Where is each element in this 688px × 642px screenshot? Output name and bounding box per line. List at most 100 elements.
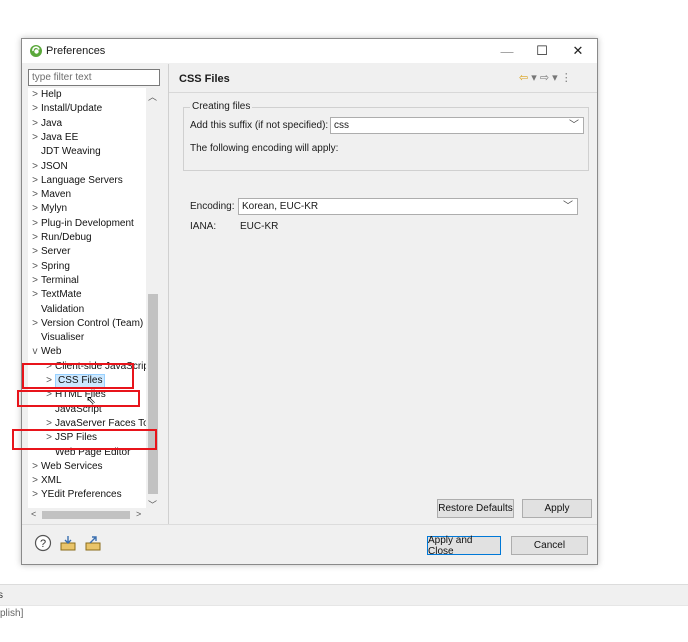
tree-item-label: Web Services — [41, 460, 103, 472]
scroll-left-icon[interactable]: < — [31, 509, 36, 519]
tree-item[interactable]: > Help — [28, 88, 152, 102]
chevron-right-icon[interactable]: > — [31, 88, 39, 102]
tree-item[interactable]: > Java EE — [28, 131, 152, 145]
tree-item[interactable]: > YEdit Preferences — [28, 488, 152, 502]
tree-item[interactable]: > Terminal — [28, 274, 152, 288]
tree-item-label: XML — [41, 475, 62, 487]
preference-page: CSS Files ⇦ ▾ ⇨ ▾ ⋮ Creating files Add t… — [169, 64, 597, 524]
chevron-right-icon[interactable]: > — [31, 174, 39, 188]
background-status-bar: s — [0, 584, 688, 606]
background-text: plish] — [0, 608, 24, 619]
button-bar-separator — [22, 524, 597, 525]
chevron-right-icon[interactable]: > — [31, 460, 39, 474]
tree-item[interactable]: Validation — [28, 303, 152, 317]
title-separator — [169, 92, 597, 93]
tree-item-label: Server — [41, 246, 71, 258]
tree-item[interactable]: > Mylyn — [28, 202, 152, 216]
tree-item[interactable]: > Spring — [28, 260, 152, 274]
tree-item-label: TextMate — [41, 289, 82, 301]
background-bar-text: s — [0, 590, 3, 601]
help-icon[interactable]: ? — [34, 534, 52, 552]
chevron-down-icon[interactable]: v — [31, 345, 39, 359]
tree-horizontal-scrollbar[interactable]: < > — [28, 508, 146, 522]
tree-item[interactable]: > Version Control (Team) — [28, 317, 152, 331]
minimize-button[interactable]: — — [490, 39, 524, 63]
chevron-right-icon[interactable]: > — [31, 160, 39, 174]
cancel-button[interactable]: Cancel — [511, 536, 588, 555]
forward-arrow-icon[interactable]: ⇨ — [540, 72, 549, 84]
tree-item-label: Spring — [41, 260, 70, 272]
tree-item[interactable]: > Web Services — [28, 460, 152, 474]
scroll-thumb[interactable] — [148, 294, 158, 494]
preferences-dialog: Preferences — ☐ ✕ >Help>Install/Update>J… — [21, 38, 598, 565]
apply-and-close-button[interactable]: Apply and Close — [427, 535, 501, 557]
page-navigation: ⇦ ▾ ⇨ ▾ ⋮ — [519, 71, 572, 84]
export-icon[interactable] — [84, 534, 102, 552]
back-arrow-icon[interactable]: ⇦ — [519, 72, 528, 84]
scroll-thumb-horizontal[interactable] — [42, 511, 130, 519]
window-title: Preferences — [46, 45, 106, 57]
chevron-right-icon[interactable]: > — [31, 260, 39, 274]
chevron-right-icon[interactable]: > — [31, 117, 39, 131]
encoding-value: Korean, EUC-KR — [242, 201, 319, 212]
svg-text:?: ? — [40, 538, 46, 550]
tree-item[interactable]: > Maven — [28, 188, 152, 202]
chevron-right-icon[interactable]: > — [31, 231, 39, 245]
scroll-right-icon[interactable]: > — [136, 509, 141, 519]
tree-item[interactable]: v Web — [28, 345, 152, 359]
tree-item[interactable]: JDT Weaving — [28, 145, 152, 159]
tree-item-label: Terminal — [41, 274, 79, 286]
chevron-right-icon[interactable]: > — [31, 102, 39, 116]
chevron-right-icon[interactable]: > — [31, 131, 39, 145]
apply-button[interactable]: Apply — [522, 499, 592, 518]
group-title: Creating files — [190, 101, 253, 112]
scroll-down-icon[interactable]: ﹀ — [148, 498, 157, 511]
tree-item-label: Java EE — [41, 131, 79, 143]
forward-dropdown-icon[interactable]: ▾ — [552, 72, 558, 84]
chevron-right-icon[interactable]: > — [31, 488, 39, 502]
chevron-down-icon: ﹀ — [563, 201, 573, 212]
chevron-down-icon: ﹀ — [569, 120, 579, 131]
tree-item[interactable]: > Language Servers — [28, 174, 152, 188]
chevron-right-icon[interactable]: > — [31, 288, 39, 302]
chevron-right-icon[interactable]: > — [31, 217, 39, 231]
encoding-combo[interactable]: Korean, EUC-KR ﹀ — [238, 198, 578, 215]
chevron-right-icon[interactable]: > — [31, 317, 39, 331]
tree-item-label: Help — [41, 89, 62, 100]
chevron-right-icon[interactable]: > — [31, 245, 39, 259]
import-icon[interactable] — [59, 534, 77, 552]
suffix-combo[interactable]: css ﹀ — [330, 117, 584, 134]
close-button[interactable]: ✕ — [561, 39, 595, 63]
tree-item[interactable]: > Run/Debug — [28, 231, 152, 245]
back-dropdown-icon[interactable]: ▾ — [531, 72, 537, 84]
tree-item[interactable]: > XML — [28, 474, 152, 488]
tree-item[interactable]: > JSON — [28, 160, 152, 174]
mouse-cursor-icon: ⇖ — [86, 393, 97, 407]
chevron-right-icon[interactable]: > — [31, 474, 39, 488]
tree-item[interactable]: Visualiser — [28, 331, 152, 345]
tree-item[interactable]: > Install/Update — [28, 102, 152, 116]
tree-item-label: Install/Update — [41, 103, 103, 115]
encoding-settings: Encoding: Korean, EUC-KR ﹀ IANA: EUC-KR — [175, 149, 585, 239]
chevron-right-icon[interactable]: > — [31, 188, 39, 202]
eclipse-logo-icon — [30, 45, 42, 57]
tree-item-label: Java — [41, 117, 63, 129]
chevron-right-icon[interactable]: > — [31, 274, 39, 288]
tree-item-label: Plug-in Development — [41, 217, 134, 229]
tree-item[interactable]: > Plug-in Development — [28, 217, 152, 231]
highlight-box-jsp-files — [12, 429, 157, 450]
tree-item-label: Visualiser — [41, 332, 85, 344]
tree-item-label: JDT Weaving — [41, 146, 101, 158]
title-bar[interactable]: Preferences — ☐ ✕ — [22, 39, 597, 63]
filter-input[interactable] — [28, 69, 160, 86]
scroll-up-icon[interactable]: ︿ — [148, 90, 157, 103]
tree-item[interactable]: > TextMate — [28, 288, 152, 302]
chevron-right-icon[interactable]: > — [31, 202, 39, 216]
tree-item[interactable]: > Java — [28, 117, 152, 131]
restore-defaults-button[interactable]: Restore Defaults — [437, 499, 514, 518]
maximize-button[interactable]: ☐ — [525, 39, 559, 63]
view-menu-icon[interactable]: ⋮ — [561, 72, 572, 84]
tree-item[interactable]: > Server — [28, 245, 152, 259]
tree-item-label: Maven — [41, 189, 72, 201]
tree-item-label: Web — [41, 346, 62, 358]
